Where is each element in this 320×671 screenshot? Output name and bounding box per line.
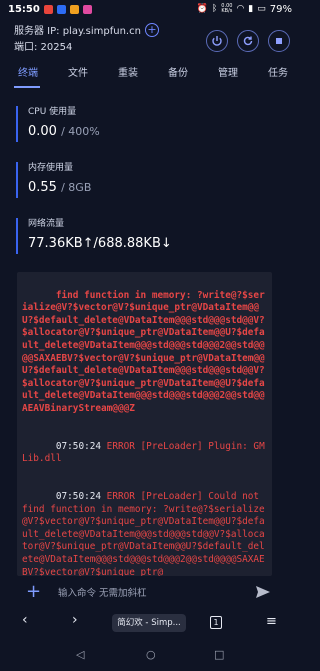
- cpu-usage-title: CPU 使用量: [28, 107, 77, 117]
- tab-reinstall[interactable]: 重装: [100, 62, 150, 92]
- tab-terminal[interactable]: 终端: [0, 62, 50, 92]
- server-address: 服务器 IP: play.simpfun.cn: [14, 26, 141, 37]
- nav-home-icon[interactable]: ○: [146, 648, 156, 661]
- clock: 15:50: [8, 3, 40, 15]
- tab-bar: 终端 文件 重装 备份 管理 任务: [0, 62, 300, 92]
- app-screen: 15:50 ⏰ ᛒ 0.00 KB/s ◠ ▮ ▭ 79% 服务器 IP: pl…: [0, 0, 300, 671]
- add-icon[interactable]: +: [26, 582, 41, 602]
- tab-count-icon[interactable]: 1: [210, 616, 222, 629]
- server-info: 服务器 IP: play.simpfun.cn +: [14, 22, 159, 37]
- forward-icon[interactable]: ›: [72, 612, 78, 628]
- power-icon: [212, 36, 222, 46]
- notification-app-icon: [82, 4, 92, 14]
- cpu-limit: / 400%: [61, 125, 100, 138]
- signal-icon: ▮: [248, 4, 254, 14]
- network-traffic-card: 网络流量 77.36KB↑/688.88KB↓: [16, 218, 286, 254]
- nav-back-icon[interactable]: ◁: [76, 648, 84, 661]
- cpu-value: 0.00: [28, 124, 57, 139]
- power-button[interactable]: [206, 30, 228, 52]
- back-icon[interactable]: ‹: [22, 612, 28, 628]
- command-bar: +: [0, 580, 300, 608]
- add-icon[interactable]: +: [144, 22, 159, 37]
- server-actions: [206, 30, 290, 52]
- log-timestamp: 07:50:24: [55, 440, 102, 452]
- memory-usage-card: 内存使用量 0.55 / 8GB: [16, 162, 286, 198]
- battery-icon: ▭: [257, 4, 266, 14]
- terminal-console[interactable]: find function in memory: ?write@?$serial…: [17, 272, 272, 576]
- restart-icon: [243, 36, 253, 46]
- command-input[interactable]: [58, 584, 238, 602]
- console-line: 07:50:24 ERROR [PreLoader] Plugin: GMLib…: [22, 428, 267, 478]
- send-icon[interactable]: [254, 583, 272, 601]
- memory-limit: / 8GB: [61, 181, 92, 194]
- log-text: ERROR [PreLoader] Could not find functio…: [22, 491, 265, 576]
- server-header: 服务器 IP: play.simpfun.cn + 端口: 20254: [0, 20, 300, 56]
- network-traffic-title: 网络流量: [28, 219, 65, 229]
- notification-app-icon: [43, 4, 53, 14]
- system-navigation: ◁ ○ □: [0, 640, 300, 671]
- battery-percent: 79%: [269, 3, 292, 15]
- notification-app-icon: [69, 4, 79, 14]
- tab-backup[interactable]: 备份: [150, 62, 200, 92]
- network-traffic-value: 77.36KB↑/688.88KB↓: [28, 236, 172, 251]
- log-timestamp: 07:50:24: [55, 491, 102, 503]
- browser-tab-title[interactable]: 简幻欢 - Simp...: [112, 614, 186, 632]
- notification-app-icon: [56, 4, 66, 14]
- nav-recents-icon[interactable]: □: [214, 648, 224, 661]
- restart-button[interactable]: [237, 30, 259, 52]
- console-line: find function in memory: ?write@?$serial…: [22, 277, 267, 428]
- cpu-usage-card: CPU 使用量 0.00 / 400%: [16, 106, 286, 142]
- tab-manage[interactable]: 管理: [200, 62, 250, 92]
- wifi-icon: ◠: [236, 4, 245, 14]
- console-line: 07:50:24 ERROR [PreLoader] Could not fin…: [22, 479, 267, 576]
- browser-toolbar: ‹ › 简幻欢 - Simp... 1 ≡: [0, 608, 300, 638]
- alarm-icon: ⏰: [196, 4, 208, 14]
- bluetooth-icon: ᛒ: [211, 4, 218, 14]
- memory-usage-title: 内存使用量: [28, 163, 74, 173]
- log-text: find function in memory: ?write@?$serial…: [22, 289, 265, 414]
- tab-tasks[interactable]: 任务: [250, 62, 300, 92]
- memory-value: 0.55: [28, 180, 57, 195]
- server-port: 端口: 20254: [14, 42, 73, 53]
- tab-files[interactable]: 文件: [50, 62, 100, 92]
- status-bar: 15:50 ⏰ ᛒ 0.00 KB/s ◠ ▮ ▭ 79%: [0, 0, 300, 18]
- cpu-usage-value: 0.00 / 400%: [28, 124, 286, 139]
- menu-icon[interactable]: ≡: [266, 614, 277, 629]
- network-speed: 0.00 KB/s: [221, 3, 233, 14]
- stop-icon: [276, 38, 282, 44]
- memory-usage-value: 0.55 / 8GB: [28, 180, 286, 195]
- stop-button[interactable]: [268, 30, 290, 52]
